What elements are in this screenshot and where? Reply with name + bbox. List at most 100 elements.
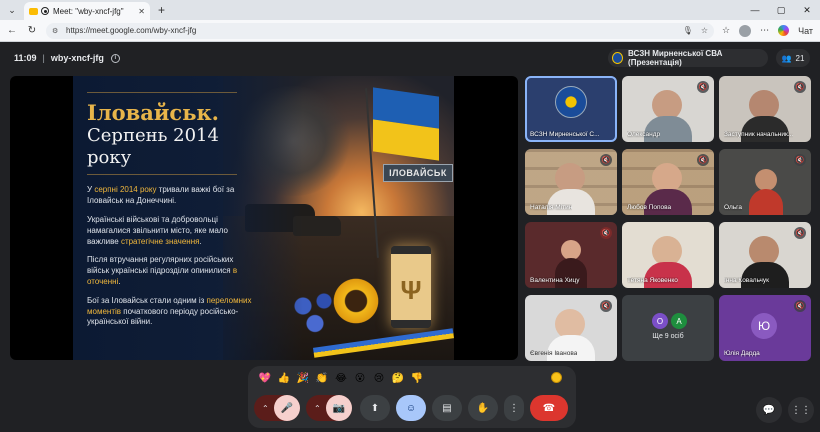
more-options-button[interactable]: ⋮ [504,395,524,421]
participant-tile[interactable]: Ю 🔇 Юлія Дарда [719,295,811,361]
participant-tile[interactable]: Тетяна Яковенко [622,222,714,288]
browser-tab-bar: ⌄ Meet: "wby-xncf-jfg" ✕ + — ▢ ✕ [0,0,820,20]
participant-tile[interactable]: 🔇 Валентина Хицу [525,222,617,288]
reaction-thumbs-down-button[interactable]: 👎 [410,373,424,384]
reaction-party-button[interactable]: 🎉 [296,373,310,384]
participant-tile[interactable]: 🔇 Любов Попова [622,149,714,215]
reaction-clap-button[interactable]: 👏 [315,373,329,384]
activities-button[interactable]: ⋮⋮ [788,397,814,423]
emoji-button[interactable]: ☺ [396,395,426,421]
raise-hand-button[interactable]: ✋ [468,395,498,421]
presentation-stage: ІЛОВАЙСЬК Ψ Іловайськ. Серпень 2014 року… [10,76,518,360]
meeting-info: 11:09 | wby-xncf-jfg i [14,53,120,63]
mic-off-icon: 🔇 [794,154,806,166]
slide-subtitle: Серпень 2014 року [87,125,219,168]
slide-paragraph-1: У серпні 2014 року тривали важкі бої за … [87,185,235,206]
participant-tile[interactable]: 🔇 Ольга [719,149,811,215]
captions-button[interactable]: ▤ [432,395,462,421]
slide-paragraph-2: Українські військові та добровольці нама… [87,214,228,246]
presentation-slide: ІЛОВАЙСЬК Ψ Іловайськ. Серпень 2014 року… [73,76,454,360]
browser-tab-meet[interactable]: Meet: "wby-xncf-jfg" ✕ [24,2,150,20]
slide-paragraph-4: Бої за Іловайськ стали одним із переломн… [87,295,252,327]
slide-text: Іловайськ. Серпень 2014 року У серпні 20… [87,92,257,336]
copilot-icon[interactable] [778,25,790,36]
mic-permission-icon[interactable]: 🎙 [683,26,693,35]
bookmark-star-icon[interactable]: ☆ [701,26,708,35]
reaction-laugh-button[interactable]: 😂 [334,373,348,384]
slide-paragraph-3: Після втручання регулярних російських ві… [87,255,238,286]
slide-title: Іловайськ. [87,100,219,125]
participants-count: 21 [795,53,805,63]
url-text: https://meet.google.com/wby-xncf-jfg [66,26,197,35]
participant-tile[interactable]: 🔇 Євгенія Іванова [525,295,617,361]
participant-tile-others[interactable]: О А Ще 9 осіб [622,295,714,361]
info-icon[interactable]: i [110,53,120,63]
participants-count-button[interactable]: 👥 21 [776,49,810,67]
camera-options-chevron-icon[interactable]: ⌃ [314,404,321,413]
more-participants-label: Ще 9 осіб [652,333,684,340]
side-controls: 💬 ⋮⋮ [756,397,814,423]
site-info-icon[interactable]: ⚙ [52,27,61,35]
window-controls: — ▢ ✕ [742,0,820,20]
meet-window: 11:09 | wby-xncf-jfg i ВСЗН Мирненської … [0,43,820,432]
present-screen-button[interactable]: ⬆ [360,395,390,421]
people-icon: 👥 [781,53,792,63]
presenter-emblem-icon [612,52,624,64]
meeting-code: wby-xncf-jfg [50,53,104,63]
camera-group: ⌃ 📷 [306,395,352,421]
mic-group: ⌃ 🎤 [254,395,300,421]
presenter-chip[interactable]: ВСЗН Мирненської СВА (Презентація) [608,49,768,67]
reaction-heart-button[interactable]: 💖 [258,373,272,384]
leave-call-button[interactable]: ☎ [530,395,568,421]
mic-off-icon: 🔇 [600,227,612,239]
meet-favicon-icon [29,7,38,15]
reaction-sad-button[interactable]: 😢 [372,373,386,384]
trident-icon: Ψ [400,275,422,305]
reactions-bar: 💖 👍 🎉 👏 😂 😮 😢 🤔 👎 [248,366,576,390]
maximize-button[interactable]: ▢ [768,5,794,16]
participant-tile[interactable]: 🔇 Інна Ковальчук [719,222,811,288]
chat-label[interactable]: Чат [798,26,813,36]
window-close-button[interactable]: ✕ [794,5,820,16]
avatar: О [652,313,668,329]
meeting-time: 11:09 [14,53,37,63]
recording-icon [41,7,49,15]
reaction-thumbs-up-button[interactable]: 👍 [277,373,291,384]
minimize-button[interactable]: — [742,5,768,15]
tab-title: Meet: "wby-xncf-jfg" [53,6,124,16]
participant-tile[interactable]: 🔇 Олександр [622,76,714,142]
mic-off-icon: 🔇 [600,300,612,312]
org-emblem-icon [555,86,587,118]
reload-icon[interactable]: ↻ [24,25,40,36]
camera-toggle-button[interactable]: 📷 [326,395,352,421]
mic-off-icon: 🔇 [794,300,806,312]
avatar: А [671,313,687,329]
mic-toggle-button[interactable]: 🎤 [274,395,300,421]
reaction-thinking-button[interactable]: 🤔 [391,373,405,384]
favorites-icon[interactable]: ☆ [722,25,730,36]
participant-tile[interactable]: ВСЗН Мирненської С... [525,76,617,142]
mic-options-chevron-icon[interactable]: ⌃ [262,404,269,413]
more-menu-icon[interactable]: ⋯ [760,25,769,36]
tab-close-icon[interactable]: ✕ [138,7,145,16]
participant-tile[interactable]: 🔇 Заступник начальник... [719,76,811,142]
mic-off-icon: 🔇 [794,81,806,93]
divider: | [42,53,45,63]
avatar: Ю [751,313,777,339]
slide-rule [87,174,237,176]
new-tab-button[interactable]: + [158,3,165,17]
back-arrow-icon[interactable]: ← [4,25,20,36]
url-input[interactable]: ⚙ https://meet.google.com/wby-xncf-jfg 🎙… [46,22,714,39]
call-controls: ⌃ 🎤 ⌃ 📷 ⬆ ☺ ▤ ✋ ⋮ ☎ [248,390,576,428]
tab-list-chevron-icon[interactable]: ⌄ [4,2,20,18]
participant-tile[interactable]: 🔇 Наталія Мітин [525,149,617,215]
mic-off-icon: 🔇 [600,154,612,166]
town-sign: ІЛОВАЙСЬК [383,164,453,182]
profile-avatar[interactable] [739,24,752,37]
presenter-label: ВСЗН Мирненської СВА (Презентація) [628,49,723,67]
skin-tone-button[interactable] [551,372,562,383]
mic-off-icon: 🔇 [697,81,709,93]
reaction-surprised-button[interactable]: 😮 [353,373,367,384]
sunflower [331,276,381,326]
chat-button[interactable]: 💬 [756,397,782,423]
